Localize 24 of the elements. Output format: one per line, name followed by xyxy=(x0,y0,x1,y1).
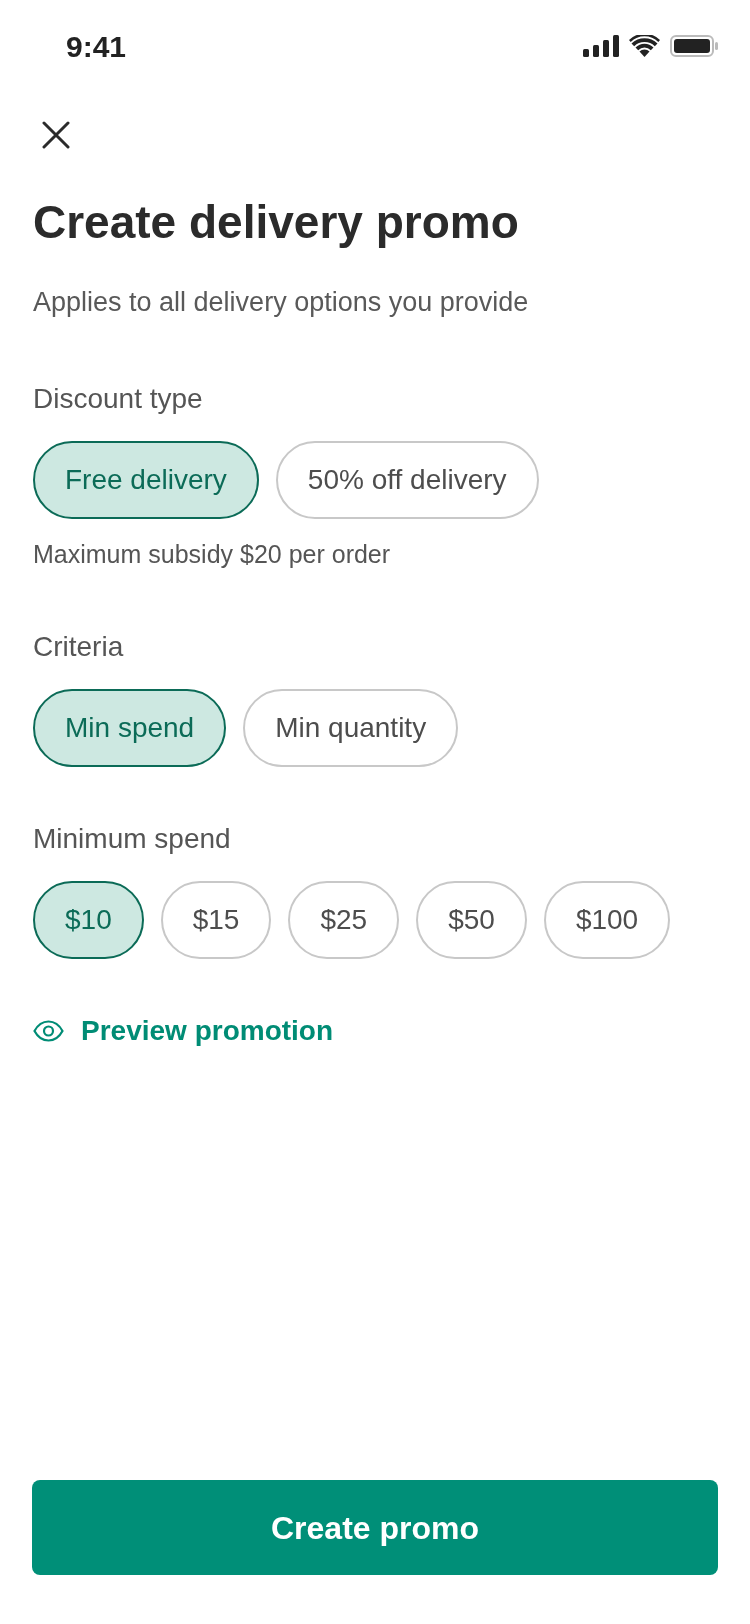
wifi-icon xyxy=(629,35,660,57)
preview-link[interactable]: Preview promotion xyxy=(33,1013,334,1049)
option-chip[interactable]: Min spend xyxy=(33,689,227,767)
close-button[interactable] xyxy=(40,119,72,151)
page-subtitle: Applies to all delivery options you provide xyxy=(33,286,530,319)
section-label: Criteria xyxy=(33,630,125,664)
close-icon xyxy=(42,121,70,149)
create-promo-button[interactable]: Create promo xyxy=(32,1480,718,1575)
option-chip[interactable]: $25 xyxy=(288,881,400,959)
battery-icon xyxy=(670,35,718,57)
section-label: Minimum spend xyxy=(33,822,232,856)
eye-icon xyxy=(33,1020,64,1042)
option-chip[interactable]: $10 xyxy=(33,881,144,959)
helper-text: Maximum subsidy $20 per order xyxy=(33,539,392,569)
option-chip[interactable]: Min quantity xyxy=(243,689,459,767)
option-chip[interactable]: Free delivery xyxy=(33,441,259,519)
option-chip[interactable]: $100 xyxy=(543,881,671,959)
option-chip[interactable]: $15 xyxy=(160,881,272,959)
section-label: Discount type xyxy=(33,382,204,416)
option-chip[interactable]: 50% off delivery xyxy=(275,441,539,519)
signal-icon xyxy=(583,35,619,57)
status-time: 9:41 xyxy=(66,28,127,65)
page-title: Create delivery promo xyxy=(33,195,520,249)
option-chip[interactable]: $50 xyxy=(416,881,527,959)
